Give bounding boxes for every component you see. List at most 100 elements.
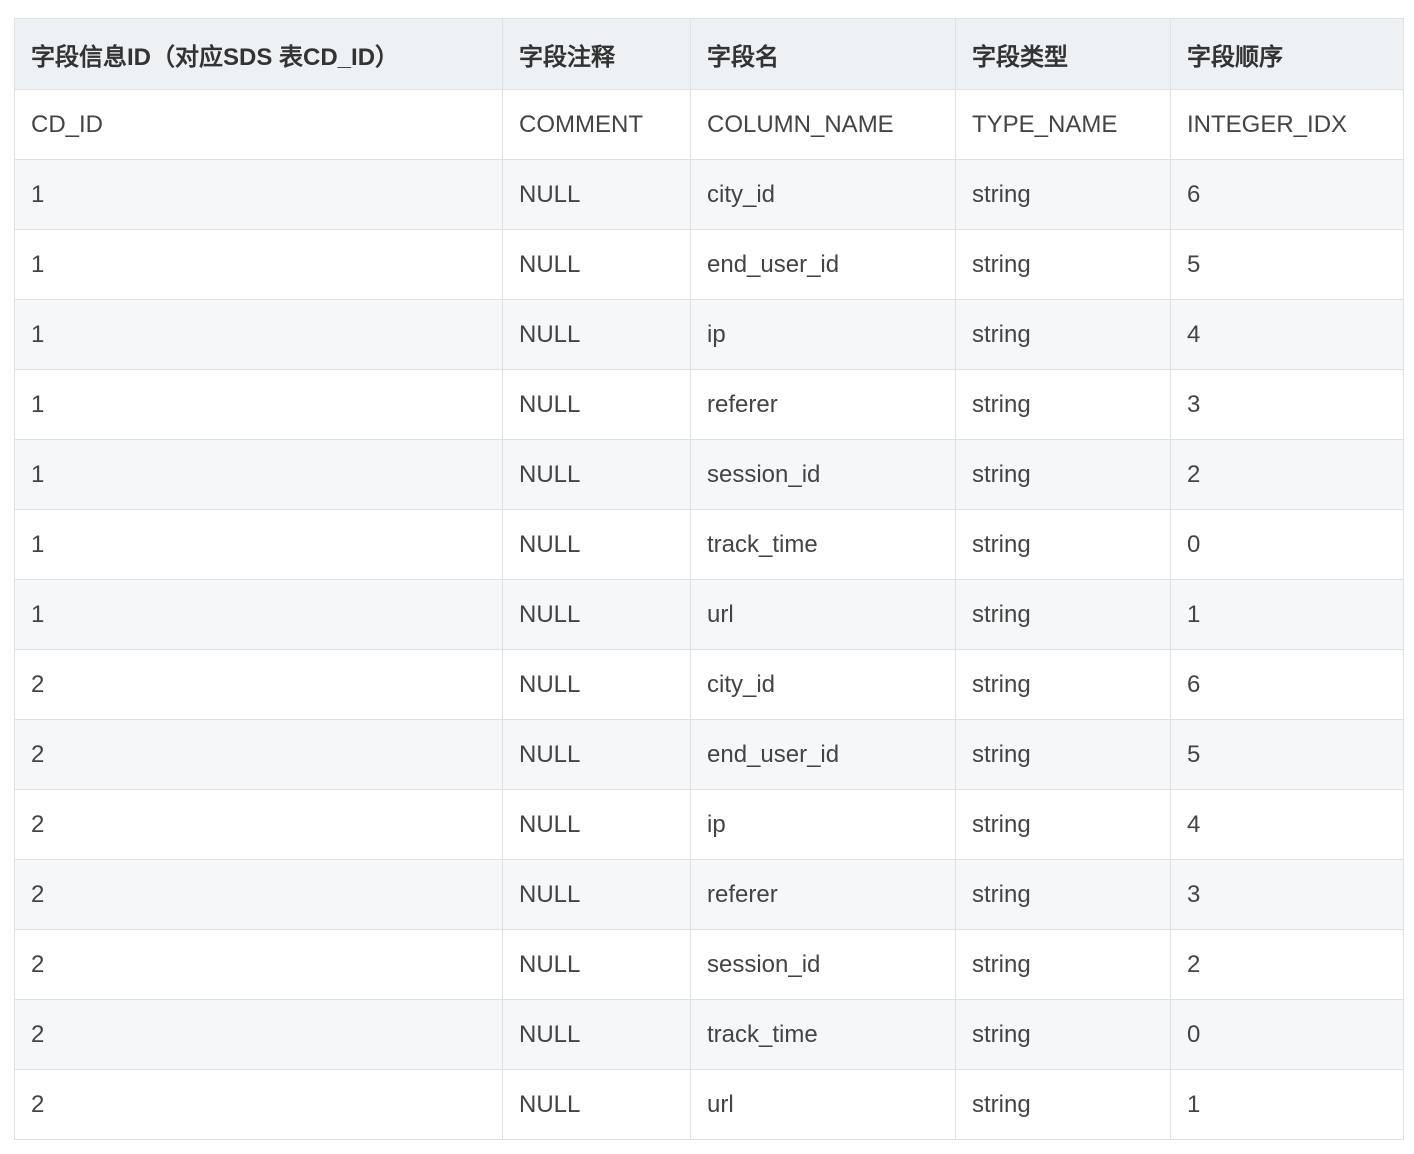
cd-id-cell: 1 (14, 229, 503, 300)
column-name-cell: track_time (690, 509, 956, 580)
table-row: 2 NULL end_user_id string 5 (14, 719, 1404, 790)
type-name-cell: string (955, 369, 1171, 440)
comment-cell: NULL (502, 929, 691, 1000)
comment-cell: NULL (502, 649, 691, 720)
field-info-table: 字段信息ID（对应SDS 表CD_ID） 字段注释 字段名 字段类型 字段顺序 … (14, 18, 1404, 1140)
type-name-cell: string (955, 929, 1171, 1000)
cd-id-cell: 1 (14, 369, 503, 440)
type-name-cell: string (955, 229, 1171, 300)
integer-idx-cell: 6 (1170, 159, 1404, 230)
comment-cell: NULL (502, 719, 691, 790)
cd-id-cell: 1 (14, 299, 503, 370)
table-row: 1 NULL session_id string 2 (14, 439, 1404, 510)
header-field-comment: 字段注释 (502, 18, 691, 90)
type-name-cell: string (955, 1069, 1171, 1140)
table-row: 2 NULL referer string 3 (14, 859, 1404, 930)
comment-cell: COMMENT (502, 89, 691, 160)
integer-idx-cell: 3 (1170, 369, 1404, 440)
integer-idx-cell: 4 (1170, 789, 1404, 860)
header-field-info-id: 字段信息ID（对应SDS 表CD_ID） (14, 18, 503, 90)
column-name-cell: city_id (690, 159, 956, 230)
table-row: 1 NULL city_id string 6 (14, 159, 1404, 230)
integer-idx-cell: INTEGER_IDX (1170, 89, 1404, 160)
column-name-cell: track_time (690, 999, 956, 1070)
type-name-cell: TYPE_NAME (955, 89, 1171, 160)
column-name-cell: COLUMN_NAME (690, 89, 956, 160)
table-row: 1 NULL track_time string 0 (14, 509, 1404, 580)
column-name-cell: referer (690, 369, 956, 440)
table-row: 1 NULL ip string 4 (14, 299, 1404, 370)
cd-id-cell: 1 (14, 509, 503, 580)
comment-cell: NULL (502, 509, 691, 580)
integer-idx-cell: 5 (1170, 229, 1404, 300)
column-name-cell: url (690, 579, 956, 650)
comment-cell: NULL (502, 439, 691, 510)
cd-id-cell: CD_ID (14, 89, 503, 160)
column-name-cell: ip (690, 789, 956, 860)
column-name-cell: city_id (690, 649, 956, 720)
cd-id-cell: 2 (14, 1069, 503, 1140)
type-name-cell: string (955, 999, 1171, 1070)
header-field-order: 字段顺序 (1170, 18, 1404, 90)
table-row: 2 NULL track_time string 0 (14, 999, 1404, 1070)
table-row: 2 NULL city_id string 6 (14, 649, 1404, 720)
column-name-cell: session_id (690, 439, 956, 510)
integer-idx-cell: 3 (1170, 859, 1404, 930)
integer-idx-cell: 0 (1170, 509, 1404, 580)
integer-idx-cell: 1 (1170, 579, 1404, 650)
integer-idx-cell: 0 (1170, 999, 1404, 1070)
comment-cell: NULL (502, 999, 691, 1070)
cd-id-cell: 2 (14, 859, 503, 930)
cd-id-cell: 2 (14, 719, 503, 790)
type-name-cell: string (955, 509, 1171, 580)
column-name-cell: referer (690, 859, 956, 930)
comment-cell: NULL (502, 229, 691, 300)
table-row: 2 NULL session_id string 2 (14, 929, 1404, 1000)
table-row: 1 NULL referer string 3 (14, 369, 1404, 440)
comment-cell: NULL (502, 369, 691, 440)
type-name-cell: string (955, 719, 1171, 790)
comment-cell: NULL (502, 159, 691, 230)
column-name-cell: session_id (690, 929, 956, 1000)
cd-id-cell: 2 (14, 649, 503, 720)
integer-idx-cell: 2 (1170, 439, 1404, 510)
integer-idx-cell: 5 (1170, 719, 1404, 790)
cd-id-cell: 1 (14, 159, 503, 230)
column-name-cell: end_user_id (690, 719, 956, 790)
cd-id-cell: 2 (14, 929, 503, 1000)
column-name-cell: end_user_id (690, 229, 956, 300)
comment-cell: NULL (502, 789, 691, 860)
table-body: CD_ID COMMENT COLUMN_NAME TYPE_NAME INTEGER_… (14, 89, 1404, 1140)
table-row: 2 NULL ip string 4 (14, 789, 1404, 860)
integer-idx-cell: 4 (1170, 299, 1404, 370)
column-name-cell: url (690, 1069, 956, 1140)
cd-id-cell: 2 (14, 789, 503, 860)
comment-cell: NULL (502, 299, 691, 370)
table-row: 1 NULL end_user_id string 5 (14, 229, 1404, 300)
data-table-container: 字段信息ID（对应SDS 表CD_ID） 字段注释 字段名 字段类型 字段顺序 … (14, 18, 1404, 1140)
integer-idx-cell: 6 (1170, 649, 1404, 720)
type-name-cell: string (955, 439, 1171, 510)
column-name-cell: ip (690, 299, 956, 370)
integer-idx-cell: 2 (1170, 929, 1404, 1000)
cd-id-cell: 1 (14, 439, 503, 510)
type-name-cell: string (955, 159, 1171, 230)
header-row: 字段信息ID（对应SDS 表CD_ID） 字段注释 字段名 字段类型 字段顺序 (14, 18, 1404, 90)
comment-cell: NULL (502, 1069, 691, 1140)
table-header: 字段信息ID（对应SDS 表CD_ID） 字段注释 字段名 字段类型 字段顺序 (14, 18, 1404, 90)
table-row: 2 NULL url string 1 (14, 1069, 1404, 1140)
cd-id-cell: 1 (14, 579, 503, 650)
header-field-name: 字段名 (690, 18, 956, 90)
header-field-type: 字段类型 (955, 18, 1171, 90)
table-row: CD_ID COMMENT COLUMN_NAME TYPE_NAME INTEGER_… (14, 89, 1404, 160)
type-name-cell: string (955, 859, 1171, 930)
table-row: 1 NULL url string 1 (14, 579, 1404, 650)
cd-id-cell: 2 (14, 999, 503, 1070)
comment-cell: NULL (502, 859, 691, 930)
type-name-cell: string (955, 579, 1171, 650)
comment-cell: NULL (502, 579, 691, 650)
type-name-cell: string (955, 299, 1171, 370)
type-name-cell: string (955, 789, 1171, 860)
type-name-cell: string (955, 649, 1171, 720)
integer-idx-cell: 1 (1170, 1069, 1404, 1140)
